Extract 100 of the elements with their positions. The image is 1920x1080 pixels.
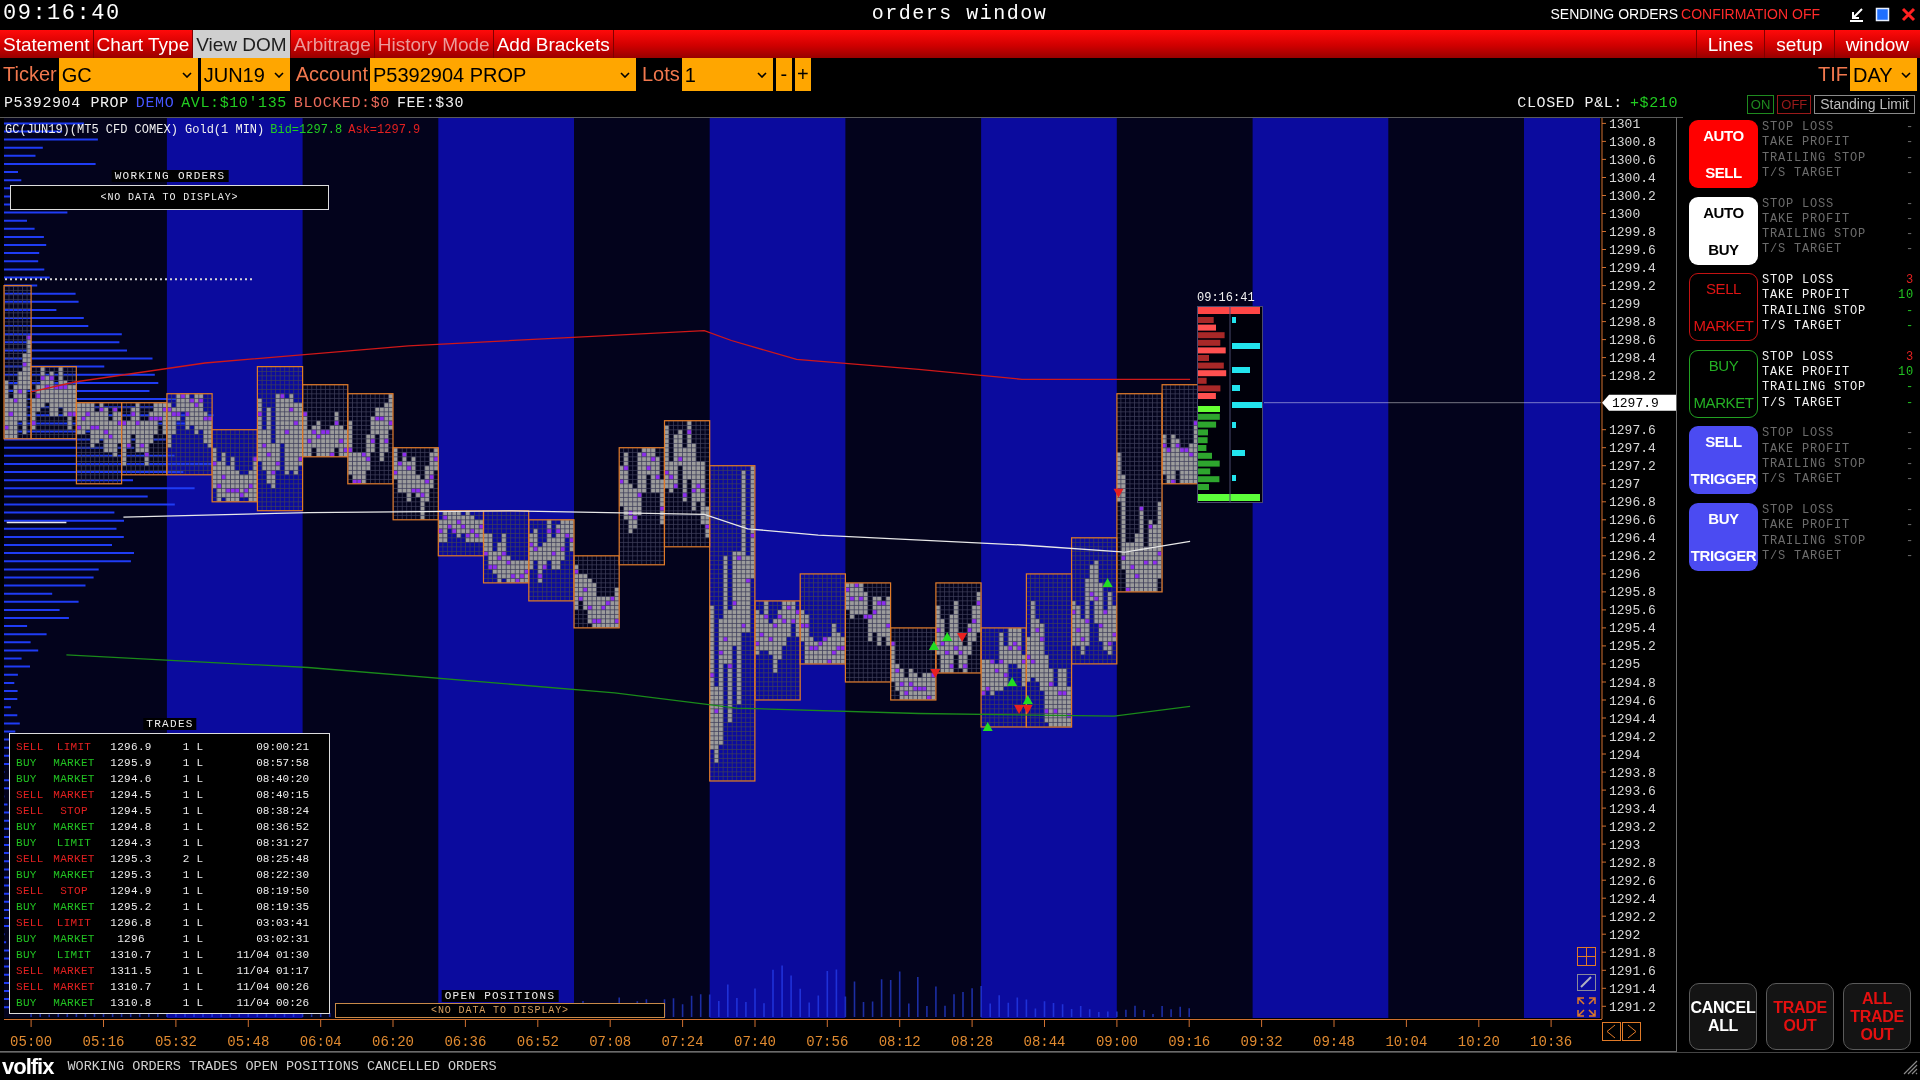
- trade-quantity: 1 L: [181, 948, 205, 963]
- order-button[interactable]: BUY TRIGGER: [1689, 502, 1758, 571]
- footer-tab[interactable]: OPEN POSITIONS: [241, 1056, 363, 1077]
- chevron-left-icon[interactable]: [1602, 1022, 1621, 1041]
- y-axis-label: 1296.2: [1609, 549, 1656, 565]
- bracket-label: TRAILING STOP: [1762, 533, 1866, 549]
- x-axis-label: 05:00: [10, 1034, 53, 1050]
- order-type: LIMIT: [55, 948, 93, 963]
- grid-icon[interactable]: [1577, 947, 1596, 966]
- y-axis-label: 1291.2: [1609, 999, 1656, 1015]
- order-type: MARKET: [52, 756, 96, 771]
- order-type: MARKET: [52, 820, 96, 835]
- y-axis-label: 1294.4: [1609, 711, 1656, 727]
- y-axis-label: 1299: [1609, 297, 1641, 313]
- blocked-amount: BLOCKED:$0: [293, 95, 390, 113]
- y-axis-label: 1291.6: [1609, 963, 1656, 979]
- trade-quantity: 1 L: [181, 772, 205, 787]
- field-label: Ticker: [2, 62, 58, 87]
- x-axis-label: 10:36: [1530, 1034, 1573, 1050]
- order-button[interactable]: SELL TRIGGER: [1689, 426, 1758, 495]
- available-balance: AVL:$10'135: [181, 95, 287, 113]
- y-axis-label: 1298.4: [1609, 351, 1656, 367]
- trade-price: 1294.5: [109, 788, 153, 803]
- trade-quantity: 2 L: [181, 852, 205, 867]
- x-axis-label: 05:48: [227, 1034, 270, 1050]
- bracket-label: TRAILING STOP: [1762, 303, 1866, 320]
- bracket-label: TAKE PROFIT: [1762, 211, 1850, 228]
- bracket-label: STOP LOSS: [1762, 273, 1834, 289]
- panel-title: TRADES: [143, 718, 197, 730]
- y-axis-label: 1300.4: [1609, 171, 1656, 186]
- pencil-icon[interactable]: [1577, 974, 1596, 991]
- trade-price: 1296.9: [109, 740, 153, 755]
- y-axis-label: 1292.4: [1609, 891, 1656, 907]
- bracket-value: -: [1906, 456, 1914, 473]
- resize-grip-icon[interactable]: [1902, 1058, 1918, 1075]
- order-type: MARKET: [52, 788, 96, 803]
- trade-price: 1295.3: [109, 852, 153, 867]
- x-axis-label: 07:08: [589, 1034, 632, 1050]
- clock-text: 09:16:40: [3, 2, 122, 26]
- x-axis-label: 06:20: [372, 1034, 414, 1050]
- dropdown[interactable]: P5392904 PROP: [369, 58, 636, 91]
- bracket-value: -: [1906, 319, 1914, 335]
- x-axis-label: 05:16: [82, 1034, 125, 1050]
- y-axis-label: 1297.4: [1609, 441, 1656, 457]
- trade-quantity: 1 L: [181, 756, 205, 771]
- order-type: MARKET: [52, 900, 96, 915]
- menu-item[interactable]: Lines: [1695, 30, 1765, 58]
- bracket-label: TAKE PROFIT: [1762, 441, 1850, 457]
- maximize-icon[interactable]: [1875, 6, 1890, 22]
- toggle-button[interactable]: ON: [1746, 95, 1775, 114]
- menu-item[interactable]: View DOM: [193, 30, 291, 58]
- dropdown[interactable]: JUN19: [200, 58, 290, 91]
- bracket-label: TRAILING STOP: [1762, 456, 1866, 473]
- bracket-label: T/S TARGET: [1762, 395, 1842, 411]
- bracket-value: -: [1906, 135, 1914, 151]
- menu-item[interactable]: setup: [1764, 30, 1834, 58]
- field-label: Account: [294, 62, 369, 87]
- footer-tab[interactable]: TRADES: [184, 1056, 242, 1077]
- action-button[interactable]: ALL TRADE OUT: [1843, 983, 1911, 1050]
- bracket-value: -: [1906, 502, 1914, 519]
- trade-price: 1310.8: [109, 996, 153, 1011]
- order-button[interactable]: AUTO SELL: [1689, 120, 1758, 188]
- trade-time: 08:19:50: [255, 884, 309, 899]
- dropdown[interactable]: GC: [58, 58, 198, 91]
- sending-orders-label: SENDING ORDERS: [1550, 4, 1679, 24]
- y-axis-label: 1301: [1609, 117, 1641, 132]
- expand-icon[interactable]: [1577, 997, 1596, 1017]
- trade-price: 1295.2: [109, 900, 153, 915]
- order-type: MARKET: [52, 996, 96, 1011]
- trade-quantity: 1 L: [181, 836, 205, 851]
- chevron-down-icon: [756, 71, 767, 78]
- standing-limit-button[interactable]: Standing Limit: [1814, 95, 1915, 114]
- trade-time: 08:25:48: [255, 852, 309, 867]
- y-axis-label: 1292.6: [1609, 873, 1656, 889]
- order-button[interactable]: AUTO BUY: [1689, 196, 1758, 265]
- footer-tab[interactable]: CANCELLED ORDERS: [362, 1056, 501, 1077]
- order-button[interactable]: BUY MARKET: [1689, 349, 1758, 418]
- footer-tab[interactable]: WORKING ORDERS: [63, 1056, 185, 1077]
- chevron-right-icon[interactable]: [1622, 1022, 1641, 1041]
- y-axis-label: 1292.2: [1609, 909, 1656, 925]
- x-axis-label: 06:52: [516, 1034, 559, 1050]
- close-icon[interactable]: [1901, 6, 1916, 22]
- y-axis-label: 1294.2: [1609, 729, 1656, 745]
- trade-quantity: 1 L: [181, 964, 205, 979]
- minimize-icon[interactable]: [1849, 6, 1864, 22]
- chevron-down-icon: [1901, 71, 1911, 78]
- trade-time: 11/04 01:17: [235, 964, 309, 979]
- trade-time: 08:57:58: [255, 756, 309, 771]
- order-button[interactable]: SELL MARKET: [1689, 273, 1758, 342]
- ask-price: Ask=1297.9: [348, 123, 421, 137]
- y-axis-label: 1296: [1609, 567, 1641, 583]
- stepper-button[interactable]: +: [794, 58, 811, 91]
- action-button[interactable]: TRADE OUT: [1766, 983, 1834, 1050]
- bracket-value: -: [1906, 472, 1914, 488]
- dropdown[interactable]: DAY: [1850, 58, 1917, 91]
- action-button[interactable]: CANCEL ALL: [1689, 983, 1757, 1050]
- ref-line-label: 1297.9: [1612, 396, 1659, 412]
- y-axis-label: 1294.6: [1609, 693, 1656, 709]
- dropdown[interactable]: 1: [681, 58, 773, 91]
- stepper-button[interactable]: -: [775, 58, 792, 91]
